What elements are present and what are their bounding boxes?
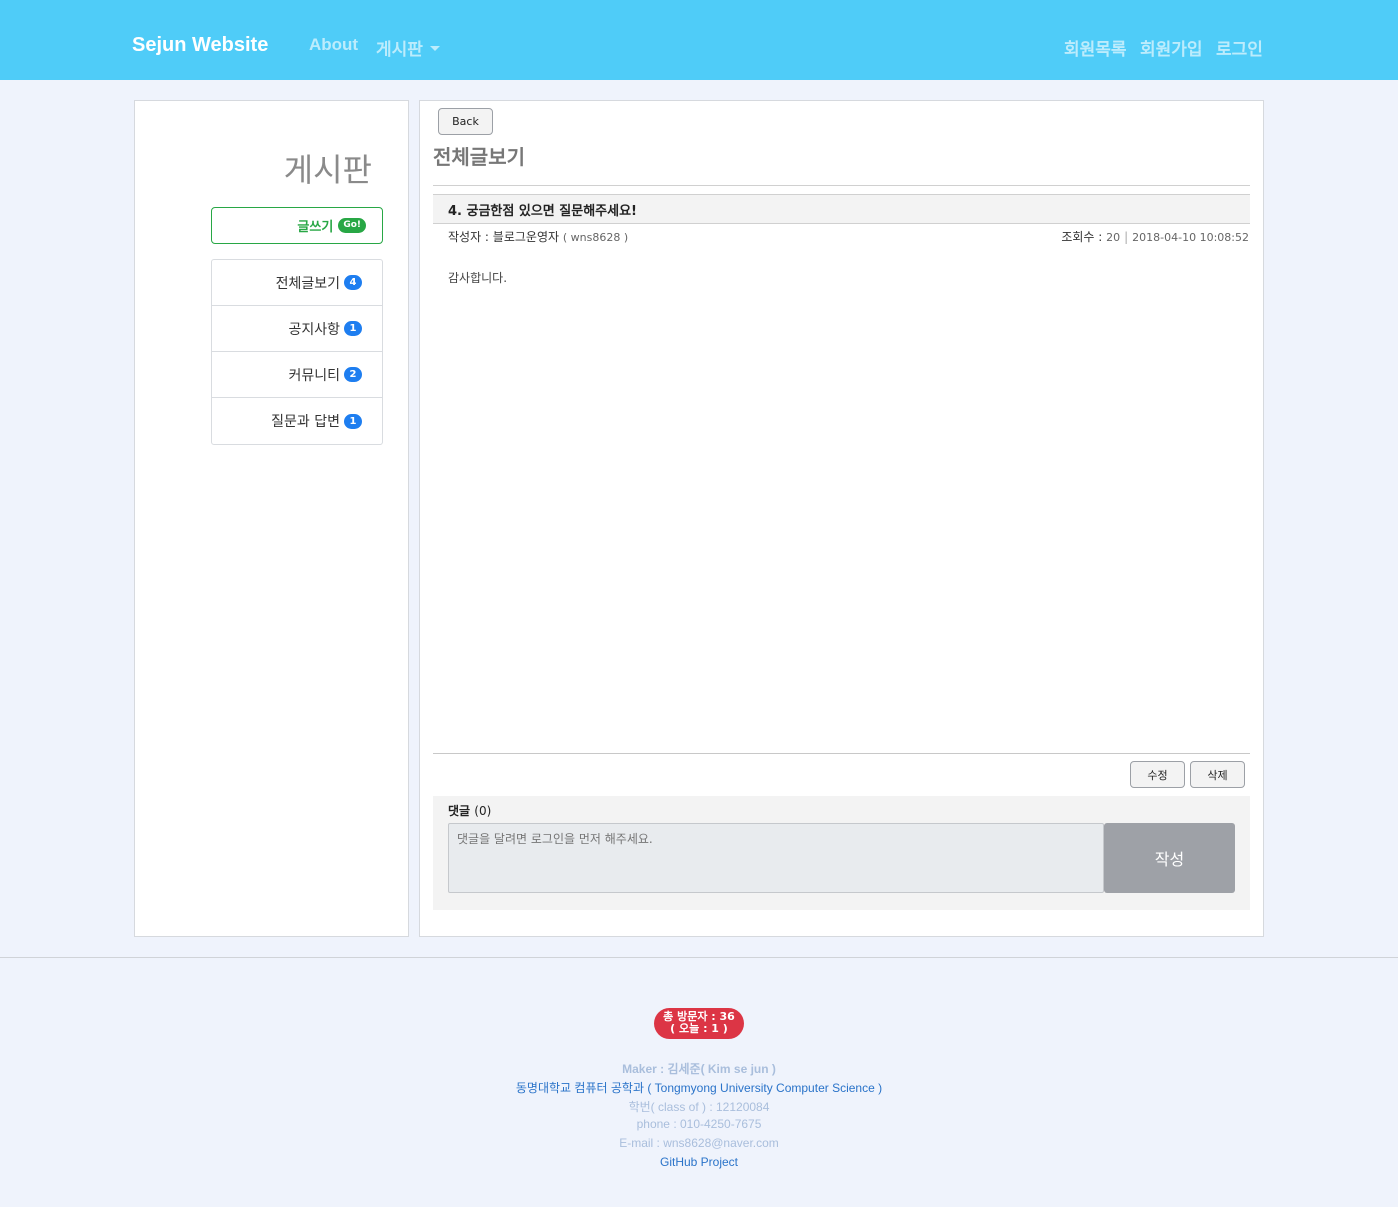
- footer-maker: Maker : 김세준( Kim se jun ): [622, 1062, 776, 1076]
- divider: [433, 185, 1250, 186]
- nav-login[interactable]: 로그인: [1216, 35, 1263, 60]
- visitors-today: ( 오늘 : 1 ): [670, 1022, 728, 1035]
- sidebar-item-label: 질문과 답변: [271, 414, 340, 430]
- post-author: 작성자 : 블로그운영자 ( wns8628 ): [448, 228, 628, 245]
- comment-count: (0): [474, 804, 492, 818]
- nav-board-label: 게시판: [376, 40, 423, 59]
- nav-signup[interactable]: 회원가입: [1140, 35, 1203, 60]
- comment-section: 댓글 (0) 작성: [433, 796, 1250, 910]
- post-meta: 조회수 : 20 | 2018-04-10 10:08:52: [1061, 228, 1249, 245]
- sidebar-item-community[interactable]: 커뮤니티 2: [212, 352, 382, 398]
- brand-link[interactable]: Sejun Website: [132, 34, 268, 57]
- post-date: 2018-04-10 10:08:52: [1132, 231, 1249, 244]
- author-id: ( wns8628 ): [562, 231, 629, 244]
- post-title: 4. 궁금한점 있으면 질문해주세요!: [433, 194, 1250, 224]
- sidebar-title: 게시판: [283, 151, 372, 189]
- count-badge: 2: [344, 367, 362, 382]
- count-badge: 1: [344, 321, 362, 336]
- top-navbar: Sejun Website About 게시판 회원목록 회원가입 로그인: [0, 0, 1398, 80]
- count-badge: 4: [344, 275, 362, 290]
- comment-label: 댓글: [448, 804, 471, 818]
- sidebar-item-label: 전체글보기: [275, 275, 340, 292]
- post-panel: Back 전체글보기 4. 궁금한점 있으면 질문해주세요! 작성자 : 블로그…: [419, 100, 1264, 937]
- go-badge: Go!: [338, 218, 366, 233]
- post-body: 감사합니다.: [448, 271, 508, 285]
- page-title: 전체글보기: [433, 145, 525, 169]
- sidebar-panel: 게시판 글쓰기 Go! 전체글보기 4 공지사항 1 커뮤니티 2 질문과 답변…: [134, 100, 409, 937]
- author-label: 작성자 :: [448, 230, 493, 244]
- sidebar-item-label: 공지사항: [288, 321, 340, 338]
- footer-phone: phone : 010-4250-7675: [636, 1117, 762, 1131]
- comment-input[interactable]: [448, 823, 1104, 893]
- comment-submit-button[interactable]: 작성: [1104, 823, 1235, 893]
- sidebar-item-label: 커뮤니티: [288, 367, 340, 384]
- author-name: 블로그운영자: [492, 230, 560, 244]
- board-category-list: 전체글보기 4 공지사항 1 커뮤니티 2 질문과 답변 1: [211, 259, 383, 445]
- meta-separator: |: [1124, 230, 1129, 244]
- divider: [433, 753, 1250, 754]
- footer-university-link[interactable]: 동명대학교 컴퓨터 공학과 ( Tongmyong University Com…: [0, 1079, 1398, 1096]
- caret-down-icon: [429, 46, 440, 51]
- views-label: 조회수 :: [1061, 230, 1107, 244]
- views-count: 20: [1106, 231, 1121, 244]
- footer-email: E-mail : wns8628@naver.com: [619, 1136, 779, 1150]
- footer-github-link[interactable]: GitHub Project: [0, 1155, 1398, 1169]
- sidebar-item-all-posts[interactable]: 전체글보기 4: [212, 260, 382, 306]
- sidebar-item-qna[interactable]: 질문과 답변 1: [212, 398, 382, 444]
- nav-members[interactable]: 회원목록: [1064, 35, 1127, 60]
- edit-button[interactable]: 수정: [1130, 761, 1185, 788]
- nav-about[interactable]: About: [309, 35, 358, 55]
- visitor-count-badge: 총 방문자 : 36 ( 오늘 : 1 ): [654, 1008, 744, 1039]
- footer-class: 학번( class of ) : 12120084: [628, 1100, 770, 1114]
- back-button[interactable]: Back: [438, 108, 493, 135]
- comment-header: 댓글 (0): [448, 802, 491, 819]
- count-badge: 1: [344, 413, 362, 429]
- nav-board-dropdown[interactable]: 게시판: [376, 35, 440, 60]
- footer-divider: [0, 957, 1398, 958]
- sidebar-item-notices[interactable]: 공지사항 1: [212, 306, 382, 352]
- delete-button[interactable]: 삭제: [1190, 761, 1245, 788]
- write-post-label: 글쓰기: [297, 220, 334, 235]
- write-post-button[interactable]: 글쓰기 Go!: [211, 207, 383, 244]
